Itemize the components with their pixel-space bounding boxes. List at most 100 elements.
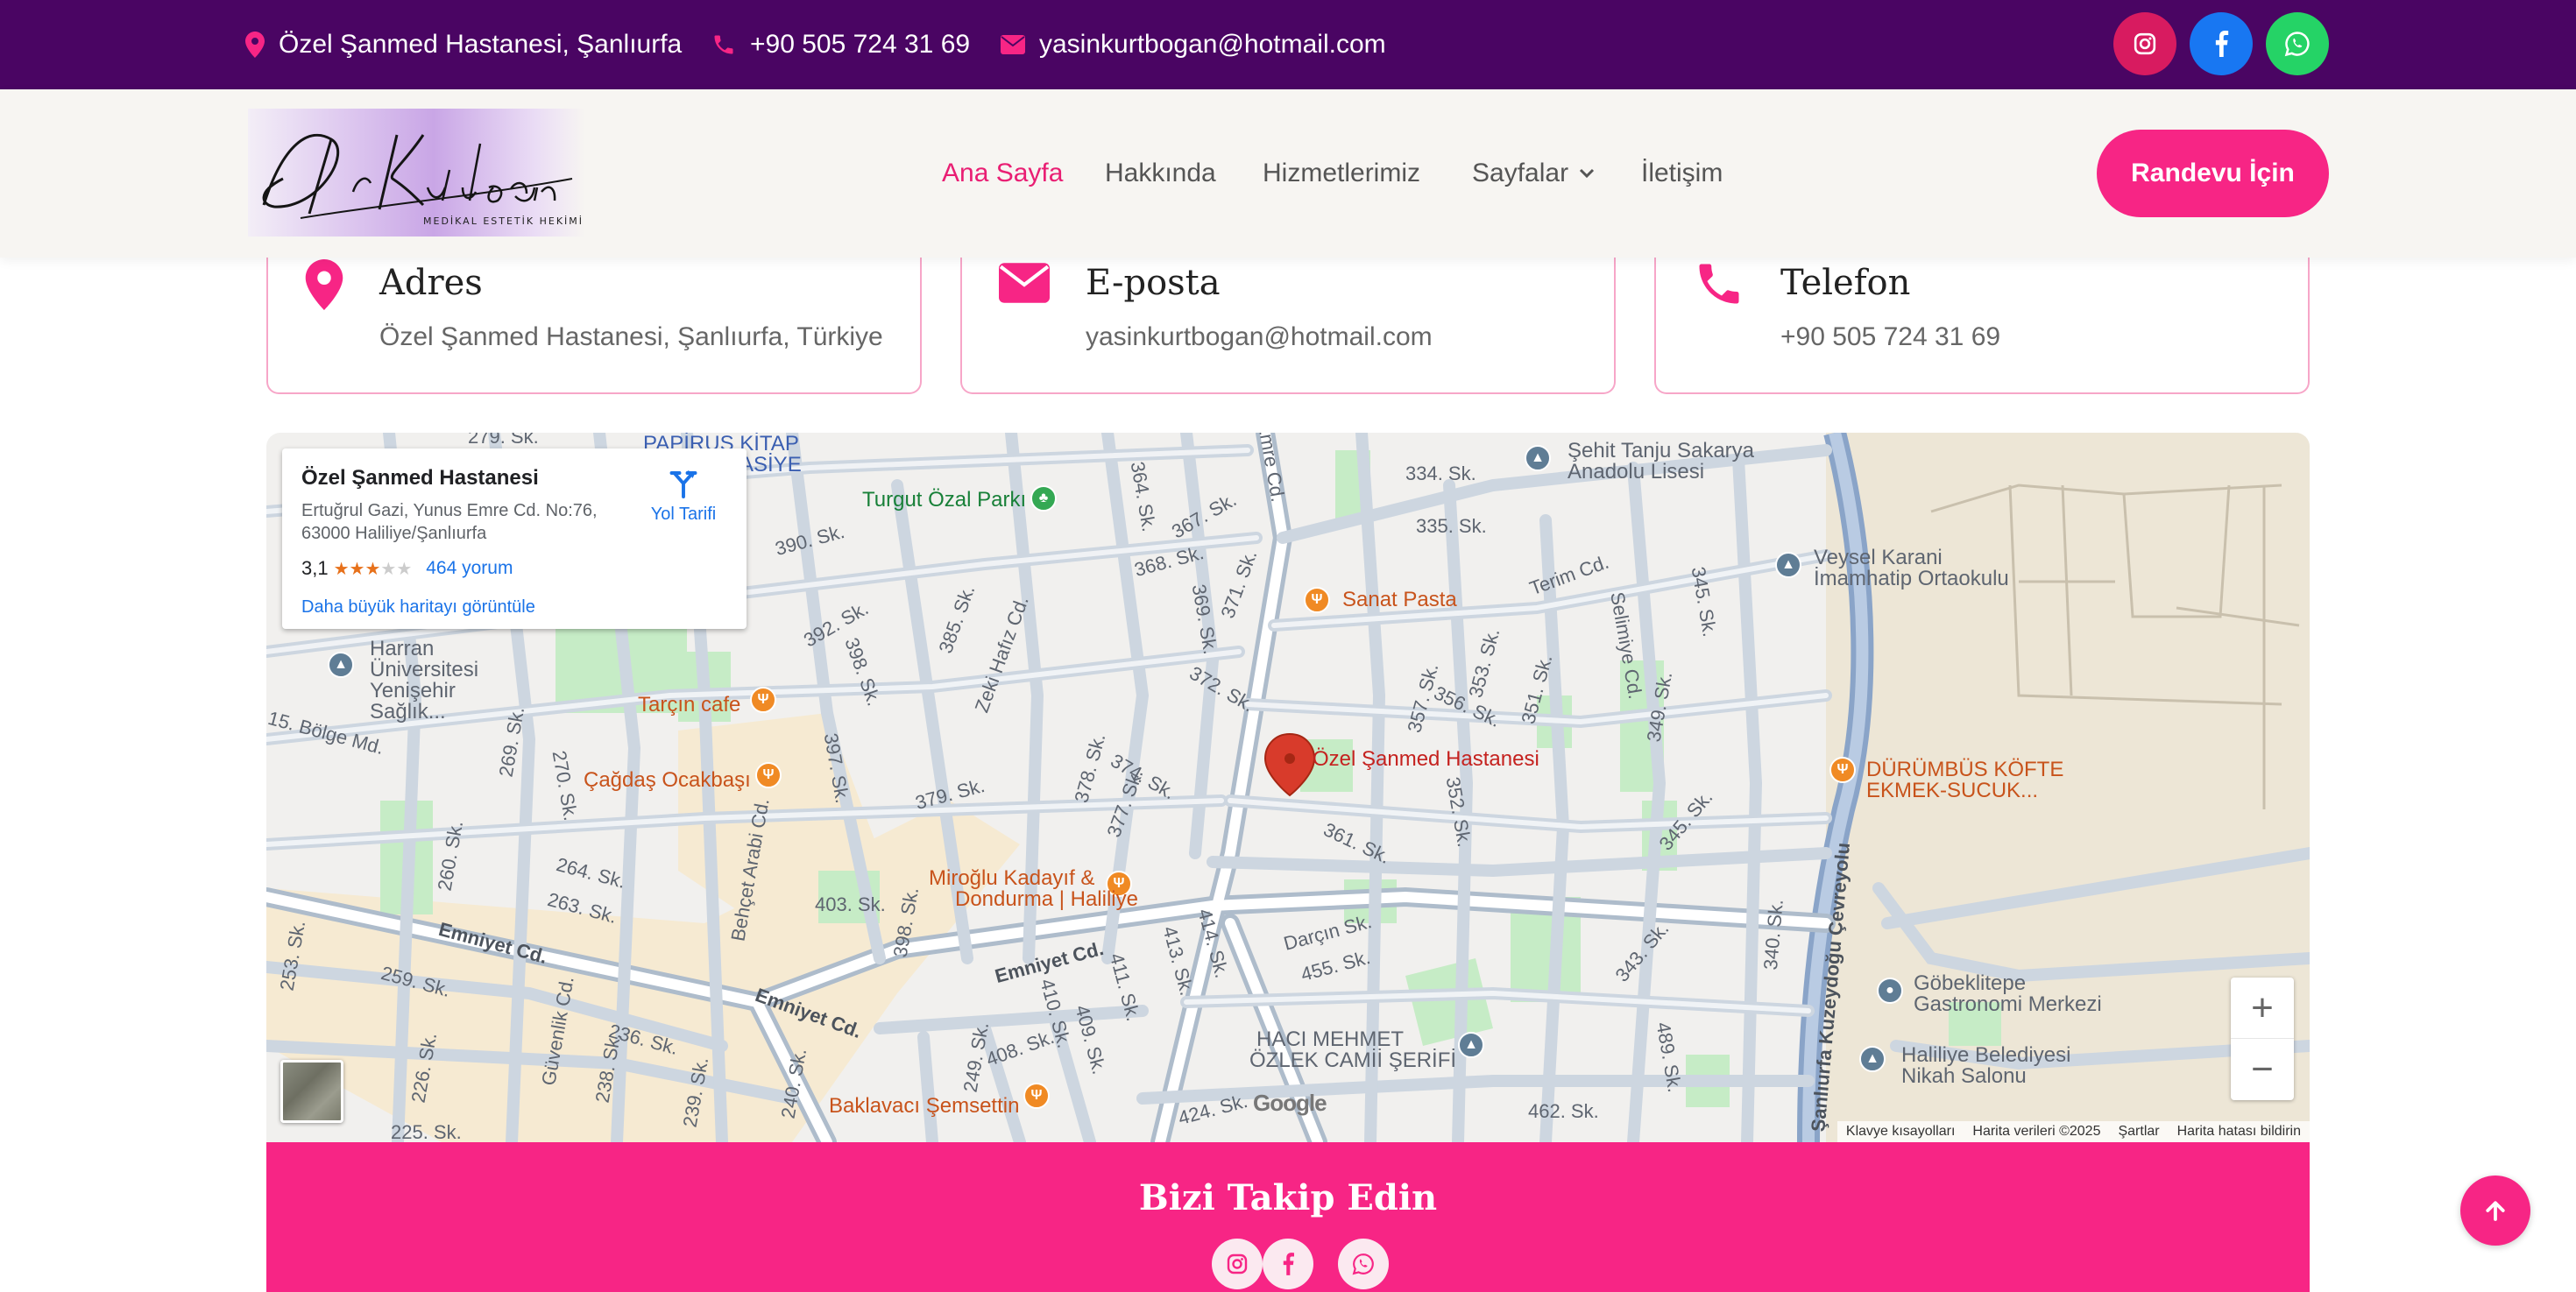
footer-whatsapp-button[interactable] (1338, 1239, 1389, 1289)
hospital-marker-label: Özel Şanmed Hastanesi (1313, 747, 1539, 771)
topbar-email-text: yasinkurtbogan@hotmail.com (1039, 30, 1386, 59)
street-label: 335. Sk. (1416, 515, 1487, 537)
poi-label: EKMEK-SUCUK... (1866, 779, 2039, 802)
instagram-button[interactable] (2113, 12, 2176, 75)
place-label: ASİYE (740, 453, 802, 477)
map-data-text: Harita verileri ©2025 (1972, 1124, 2101, 1139)
info-card-address-line2: 63000 Haliliye/Şanlıurfa (301, 524, 487, 543)
place-label: Sağlık... (370, 700, 446, 724)
report-error-link[interactable]: Harita hatası bildirin (2177, 1124, 2301, 1140)
zoom-out-button[interactable]: − (2231, 1039, 2294, 1100)
park-label: Turgut Özal Parkı (862, 488, 1027, 512)
info-card-address: Ertuğrul Gazi, Yunus Emre Cd. No:76, 630… (301, 499, 634, 545)
reviews-link[interactable]: 464 yorum (426, 558, 513, 579)
arrow-up-icon (2486, 1201, 2505, 1221)
envelope-icon (1001, 35, 1025, 54)
nav-home[interactable]: Ana Sayfa (942, 89, 1063, 258)
logo-subtitle: MEDİKAL ESTETİK HEKİMİ (423, 215, 584, 227)
location-pin-icon (305, 259, 343, 310)
university-pin[interactable]: ▲ (328, 652, 354, 678)
directions-button[interactable]: Yol Tarifi (640, 468, 727, 525)
restaurant-pin[interactable]: Ψ (1023, 1083, 1050, 1109)
nav-contact[interactable]: İletişim (1641, 89, 1723, 258)
poi-label: Miroğlu Kadayıf & (929, 866, 1095, 890)
place-label: Haliliye Belediyesi (1901, 1043, 2071, 1067)
municipality-pin[interactable]: ▲ (1859, 1046, 1886, 1072)
instagram-icon (2134, 32, 2156, 55)
email-value[interactable]: yasinkurtbogan@hotmail.com (1086, 322, 1433, 352)
follow-us-section: Bizi Takip Edin (266, 1142, 2310, 1292)
street-label: 462. Sk. (1528, 1100, 1599, 1122)
place-label: HACI MEHMET (1256, 1027, 1404, 1051)
rating-stars: ★★★★★ (333, 559, 413, 579)
place-label: Veysel Karani (1814, 546, 1943, 569)
envelope-icon (999, 263, 1050, 303)
topbar-address-text: Özel Şanmed Hastanesi, Şanlıurfa (279, 30, 683, 59)
school-pin[interactable]: ▲ (1775, 552, 1801, 578)
chevron-down-icon (1580, 168, 1595, 179)
google-map[interactable]: 279. Sk. 334. Sk. 335. Sk. 364. Sk. 367.… (266, 433, 2310, 1142)
place-label: ÖZLEK CAMİİ ŞERİFİ (1249, 1048, 1457, 1072)
topbar-phone[interactable]: +90 505 724 31 69 (711, 0, 970, 89)
info-card-address-line1: Ertuğrul Gazi, Yunus Emre Cd. No:76, (301, 501, 598, 520)
whatsapp-icon (2284, 32, 2310, 57)
directions-icon (669, 470, 697, 498)
poi-label: Tarçın cafe (638, 693, 741, 717)
phone-value[interactable]: +90 505 724 31 69 (1780, 322, 2000, 352)
directions-label: Yol Tarifi (650, 505, 717, 524)
address-title: Adres (379, 263, 483, 303)
poi-label: Çağdaş Ocakbaşı (584, 768, 751, 792)
place-label: Yenişehir (370, 679, 456, 702)
restaurant-pin[interactable]: Ψ (1829, 757, 1856, 783)
nav-pages-label: Sayfalar (1472, 159, 1569, 187)
site-logo[interactable]: MEDİKAL ESTETİK HEKİMİ (248, 109, 585, 237)
phone-icon (1699, 264, 1739, 304)
keyboard-shortcuts-link[interactable]: Klavye kısayolları (1846, 1124, 1956, 1140)
scroll-to-top-button[interactable] (2460, 1176, 2530, 1246)
place-label: Harran (370, 637, 435, 660)
whatsapp-icon (1352, 1253, 1374, 1275)
street-label: 279. Sk. (468, 433, 539, 448)
topbar-address: Özel Şanmed Hastanesi, Şanlıurfa (245, 0, 682, 89)
park-pin[interactable]: ♣ (1030, 485, 1057, 512)
footer-instagram-button[interactable] (1212, 1239, 1263, 1289)
rating-value: 3,1 (301, 557, 329, 579)
facebook-icon (1283, 1253, 1294, 1275)
place-label: İmamhatip Ortaokulu (1814, 567, 2009, 590)
zoom-in-button[interactable]: + (2231, 978, 2294, 1039)
phone-icon (714, 35, 733, 54)
nav-services[interactable]: Hizmetlerimiz (1263, 89, 1420, 258)
instagram-icon (1227, 1253, 1248, 1274)
school-pin[interactable]: ▲ (1525, 445, 1551, 471)
poi-label: Sanat Pasta (1342, 588, 1457, 611)
place-label: Gastronomi Merkezi (1914, 992, 2102, 1016)
larger-map-link[interactable]: Daha büyük haritayı görüntüle (301, 597, 535, 618)
place-label: Anadolu Lisesi (1568, 460, 1705, 484)
google-logo: Google (1253, 1090, 1327, 1116)
phone-title: Telefon (1780, 263, 1911, 303)
logo-signature: MEDİKAL ESTETİK HEKİMİ (262, 133, 584, 227)
terms-link[interactable]: Şartlar (2118, 1124, 2159, 1140)
nav-about[interactable]: Hakkında (1105, 89, 1216, 258)
place-label: Nikah Salonu (1901, 1064, 2027, 1088)
restaurant-pin[interactable]: Ψ (750, 687, 776, 713)
gastronomy-pin[interactable]: ● (1877, 978, 1903, 1004)
place-label: Göbeklitepe (1914, 971, 2027, 995)
map-layers-toggle[interactable] (280, 1060, 343, 1123)
info-card-rating: 3,1 ★★★★★ 464 yorum (301, 557, 513, 580)
restaurant-pin[interactable]: Ψ (1304, 587, 1330, 613)
facebook-button[interactable] (2190, 12, 2253, 75)
top-bar: Özel Şanmed Hastanesi, Şanlıurfa +90 505… (0, 0, 2576, 89)
restaurant-pin[interactable]: Ψ (755, 762, 782, 788)
whatsapp-button[interactable] (2266, 12, 2329, 75)
mosque-pin[interactable]: ▲ (1458, 1032, 1484, 1058)
nav-pages[interactable]: Sayfalar (1472, 89, 1595, 258)
topbar-email[interactable]: yasinkurtbogan@hotmail.com (1001, 0, 1386, 89)
poi-label: DÜRÜMBÜS KÖFTE (1866, 758, 2064, 781)
address-value: Özel Şanmed Hastanesi, Şanlıurfa, Türkiy… (379, 322, 883, 351)
street-label: 225. Sk. (391, 1121, 462, 1142)
footer-facebook-button[interactable] (1263, 1239, 1313, 1289)
appointment-button[interactable]: Randevu İçin (2097, 130, 2329, 217)
location-pin-icon (245, 32, 265, 58)
map-attribution: Klavye kısayolları Harita verileri ©2025… (1836, 1121, 2310, 1142)
